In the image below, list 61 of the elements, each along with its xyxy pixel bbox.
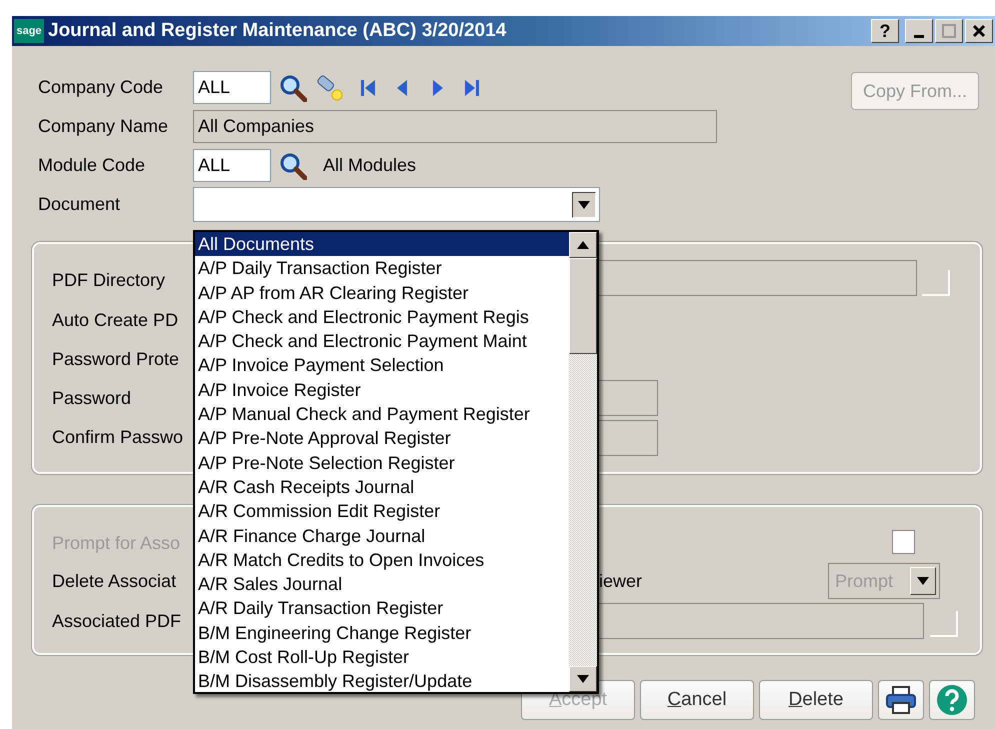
maximize-button[interactable]: [935, 19, 963, 43]
list-item[interactable]: A/R Match Credits to Open Invoices: [195, 548, 569, 572]
field-label: Confirm Passwo: [52, 427, 184, 448]
list-item[interactable]: A/R Daily Transaction Register: [195, 596, 569, 621]
action-button[interactable]: Delete: [759, 680, 873, 720]
list-item[interactable]: A/P Manual Check and Payment Register: [195, 402, 569, 426]
dropdown-arrow-icon: [917, 577, 929, 585]
field-label: Delete Associat: [52, 571, 176, 592]
list-item[interactable]: A/P Pre-Note Selection Register: [195, 450, 569, 475]
list-item[interactable]: A/P Pre-Note Approval Register: [195, 426, 569, 451]
scrollbar[interactable]: [569, 232, 597, 692]
field-label: Prompt for Asso: [52, 533, 180, 554]
scroll-thumb[interactable]: [569, 258, 597, 354]
maximize-icon: [942, 24, 956, 38]
list-item[interactable]: A/R Sales Journal: [195, 572, 569, 596]
close-button[interactable]: [965, 19, 993, 43]
field-label: Associated PDF: [52, 611, 182, 632]
window-title: Journal and Register Maintenance (ABC) 3/20/2014: [48, 20, 508, 42]
scroll-down-icon: [577, 675, 589, 683]
prompt-checkbox[interactable]: [892, 530, 915, 554]
field-label: Password Prote: [52, 349, 180, 370]
print-button[interactable]: [878, 680, 924, 720]
field-label: Document: [38, 194, 122, 215]
list-item[interactable]: A/R Commission Edit Register: [195, 499, 569, 524]
search-icon[interactable]: [279, 74, 307, 102]
module-description: All Modules: [323, 155, 416, 176]
printer-icon: [885, 686, 917, 714]
minimize-icon: [914, 34, 924, 38]
company-name-field: All Companies: [193, 110, 717, 143]
minimize-button[interactable]: [905, 19, 933, 43]
list-item[interactable]: A/P Daily Transaction Register: [195, 256, 569, 281]
list-item[interactable]: A/P Invoice Payment Selection: [195, 353, 569, 378]
scroll-up-icon: [577, 241, 589, 249]
list-item[interactable]: B/M Engineering Change Register: [195, 620, 569, 646]
close-icon: [972, 24, 986, 38]
field-label: Company Name: [38, 116, 170, 137]
help-button[interactable]: [929, 680, 975, 720]
list-item[interactable]: A/R Finance Charge Journal: [195, 524, 569, 548]
list-item[interactable]: B/M Cost Roll-Up Register: [195, 645, 569, 670]
module-code-field[interactable]: ALL: [193, 149, 271, 182]
question-icon: [936, 684, 968, 716]
help-button[interactable]: ?: [871, 19, 899, 43]
list-item[interactable]: A/P AP from AR Clearing Register: [195, 280, 569, 305]
app-logo: sage: [14, 19, 44, 43]
dropdown-arrow-icon: [578, 200, 590, 208]
field-label: Company Code: [38, 77, 164, 98]
list-item[interactable]: A/P Invoice Register: [195, 378, 569, 402]
list-item[interactable]: A/R Cash Receipts Journal: [195, 474, 569, 500]
field-label: Module Code: [38, 155, 146, 176]
field-label: Password: [52, 388, 132, 409]
field-label: iewer: [599, 571, 642, 592]
document-dropdown[interactable]: [193, 187, 600, 222]
company-code-field[interactable]: ALL: [193, 71, 271, 104]
flashlight-icon[interactable]: [315, 72, 345, 102]
action-button[interactable]: Cancel: [640, 680, 754, 720]
list-item[interactable]: A/P Check and Electronic Payment Regis: [195, 304, 569, 330]
list-item[interactable]: A/P Check and Electronic Payment Maint: [195, 329, 569, 354]
search-icon[interactable]: [279, 152, 307, 180]
field-label: PDF Directory: [52, 270, 166, 291]
field-label: Auto Create PD: [52, 310, 178, 331]
list-item[interactable]: All Documents: [195, 232, 569, 256]
